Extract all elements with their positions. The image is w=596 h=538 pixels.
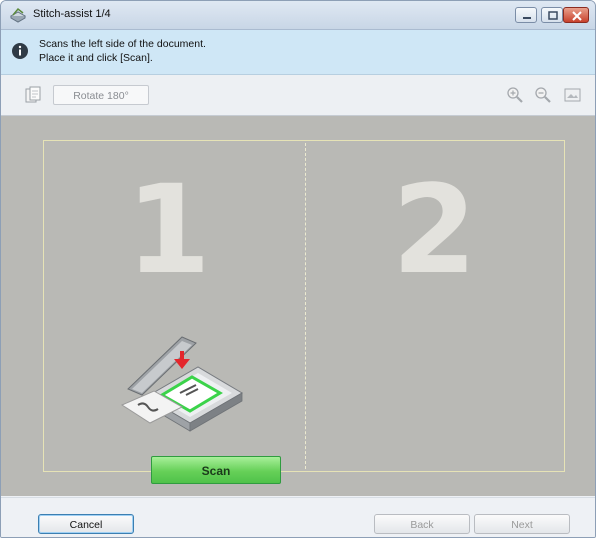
right-page-number: 2 [392, 159, 477, 301]
page-divider [305, 143, 306, 469]
title-bar[interactable]: Stitch-assist 1/4 [1, 1, 595, 30]
info-icon [11, 42, 29, 60]
fit-to-window-icon[interactable] [563, 85, 583, 105]
maximize-button[interactable] [541, 7, 563, 23]
toolbar: Rotate 180° [1, 75, 595, 116]
footer-bar: Cancel Back Next [1, 497, 595, 537]
scan-preview-area: 1 2 Scan [1, 116, 595, 496]
cancel-button[interactable]: Cancel [38, 514, 134, 534]
close-button[interactable] [563, 7, 589, 23]
scanner-placement-illustration [116, 309, 252, 433]
instruction-line-2: Place it and click [Scan]. [39, 52, 153, 64]
zoom-out-icon[interactable] [533, 85, 553, 105]
instruction-line-1: Scans the left side of the document. [39, 38, 206, 50]
zoom-in-icon[interactable] [505, 85, 525, 105]
back-button[interactable]: Back [374, 514, 470, 534]
scan-button[interactable]: Scan [151, 456, 281, 484]
stitch-assist-window: Stitch-assist 1/4 Scans the left side of… [0, 0, 596, 538]
window-title: Stitch-assist 1/4 [33, 8, 111, 20]
next-button[interactable]: Next [474, 514, 570, 534]
minimize-button[interactable] [515, 7, 537, 23]
left-page-number: 1 [126, 159, 211, 301]
instruction-bar: Scans the left side of the document. Pla… [1, 30, 595, 75]
scanner-app-icon [9, 7, 27, 23]
page-icon [23, 85, 43, 105]
rotate-180-button[interactable]: Rotate 180° [53, 85, 149, 105]
stitch-layout-frame: 1 2 Scan [43, 140, 565, 484]
